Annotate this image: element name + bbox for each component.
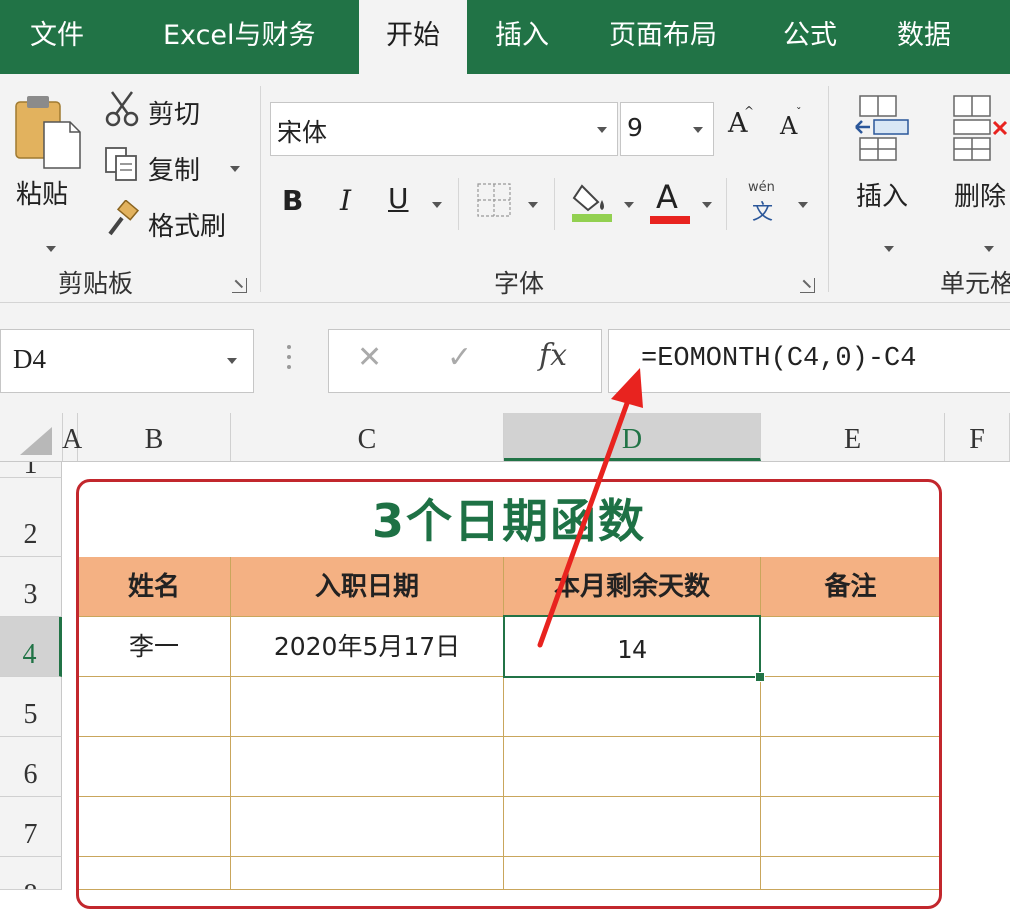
paste-button[interactable]: 粘贴 — [12, 92, 92, 282]
font-size-value: 9 — [627, 113, 643, 142]
tab-page-layout[interactable]: 页面布局 — [609, 0, 717, 74]
row-header-4[interactable]: 4 — [0, 617, 62, 677]
borders-icon — [477, 183, 511, 217]
select-all-button[interactable] — [0, 413, 63, 461]
shrink-font-button[interactable]: Aˇ — [780, 106, 810, 152]
copy-button[interactable]: 复制 — [100, 142, 250, 188]
cut-button[interactable]: 剪切 — [100, 86, 250, 132]
row-header-7[interactable]: 7 — [0, 797, 62, 857]
font-size-select[interactable]: 9 — [620, 102, 714, 156]
underline-dropdown-icon[interactable] — [432, 202, 442, 208]
ribbon-tab-bar: 文件 Excel与财务 开始 插入 页面布局 公式 数据 — [0, 0, 1010, 76]
column-header-a[interactable]: A — [62, 413, 82, 461]
cut-label: 剪切 — [148, 100, 201, 130]
font-name-value: 宋体 — [277, 118, 328, 147]
chevron-down-icon — [693, 127, 703, 133]
copy-dropdown-icon[interactable] — [230, 166, 240, 172]
fill-color-dropdown-icon[interactable] — [624, 202, 634, 208]
formula-buttons: ✕ ✓ fx — [328, 329, 602, 393]
delete-dropdown-icon[interactable] — [984, 246, 994, 252]
paste-dropdown-icon[interactable] — [46, 246, 56, 252]
insert-dropdown-icon[interactable] — [884, 246, 894, 252]
font-color-icon: A — [656, 178, 678, 216]
column-header-e[interactable]: E — [761, 413, 945, 461]
format-painter-label: 格式刷 — [148, 212, 227, 242]
row-header-3[interactable]: 3 — [0, 557, 62, 617]
clipboard-group-label: 剪贴板 — [58, 269, 134, 298]
row-header-6[interactable]: 6 — [0, 737, 62, 797]
active-cell-selection — [503, 615, 761, 678]
bold-button[interactable]: B — [282, 184, 303, 217]
formula-input[interactable]: =EOMONTH(C4,0)-C4 — [608, 329, 1010, 393]
divider — [726, 178, 727, 230]
cancel-icon[interactable]: ✕ — [357, 340, 382, 375]
name-box[interactable]: D4 — [0, 329, 254, 393]
tab-insert[interactable]: 插入 — [495, 0, 549, 74]
name-box-value: D4 — [13, 344, 46, 374]
scissors-icon — [105, 91, 139, 127]
column-headers: A B C D E F — [0, 413, 1010, 462]
phonetic-guide-button[interactable]: wén 文 — [744, 180, 788, 230]
fill-color-icon — [572, 184, 612, 222]
font-color-button[interactable]: A — [648, 178, 692, 224]
tab-formulas[interactable]: 公式 — [783, 0, 837, 74]
underline-button[interactable]: U — [388, 182, 409, 215]
phonetic-bottom-label: 文 — [752, 200, 773, 224]
formula-text: =EOMONTH(C4,0)-C4 — [641, 344, 917, 374]
enter-icon[interactable]: ✓ — [447, 340, 472, 375]
borders-button[interactable] — [476, 182, 512, 218]
paste-label: 粘贴 — [16, 180, 69, 210]
column-header-b[interactable]: B — [78, 413, 231, 461]
column-header-c[interactable]: C — [231, 413, 504, 461]
table-frame-border — [76, 479, 942, 909]
grow-font-button[interactable]: A ^ — [728, 104, 758, 148]
copy-icon — [105, 147, 137, 181]
clipboard-launcher-icon[interactable] — [232, 278, 247, 293]
chevron-down-icon — [227, 358, 237, 364]
phonetic-dropdown-icon[interactable] — [798, 202, 808, 208]
tab-file[interactable]: 文件 — [30, 0, 84, 74]
delete-cells-label: 删除 — [954, 182, 1007, 212]
insert-cells-icon — [855, 95, 909, 161]
select-all-icon — [20, 427, 52, 455]
font-launcher-icon[interactable] — [800, 278, 815, 293]
tab-home[interactable]: 开始 — [359, 0, 467, 76]
insert-function-icon[interactable]: fx — [539, 338, 567, 373]
group-divider — [260, 86, 261, 292]
row-header-1[interactable]: 1 — [0, 462, 62, 478]
column-header-d[interactable]: D — [504, 413, 761, 461]
tab-data[interactable]: 数据 — [897, 0, 951, 74]
chevron-down-icon — [597, 127, 607, 133]
shrink-font-icon: A — [780, 112, 798, 140]
row-header-5[interactable]: 5 — [0, 677, 62, 737]
paste-icon — [15, 96, 81, 169]
format-painter-button[interactable]: 格式刷 — [100, 198, 250, 244]
fill-handle[interactable] — [755, 672, 765, 682]
cells-group-label: 单元格 — [940, 269, 1010, 298]
divider — [458, 178, 459, 230]
font-group-label: 字体 — [494, 269, 545, 298]
delete-cells-button[interactable]: 删除 — [948, 92, 1010, 272]
tab-excel-finance[interactable]: Excel与财务 — [163, 0, 316, 74]
fill-color-button[interactable] — [568, 178, 616, 224]
group-divider — [828, 86, 829, 292]
row-header-2[interactable]: 2 — [0, 478, 62, 557]
delete-cells-icon — [953, 95, 1008, 161]
formula-bar-grip[interactable] — [287, 345, 291, 377]
copy-label: 复制 — [148, 156, 201, 186]
phonetic-top-label: wén — [748, 180, 775, 195]
font-color-dropdown-icon[interactable] — [702, 202, 712, 208]
ribbon-home: 粘贴 剪切 复制 格式刷 剪贴板 宋体 9 A ^ A ˇ B I U A wé… — [0, 74, 1010, 303]
divider — [554, 178, 555, 230]
formula-bar: D4 ✕ ✓ fx =EOMONTH(C4,0)-C4 — [0, 303, 1010, 413]
cells-group-label-clip: 单元格 — [940, 264, 1010, 300]
borders-dropdown-icon[interactable] — [528, 202, 538, 208]
font-name-select[interactable]: 宋体 — [270, 102, 618, 156]
column-header-f[interactable]: F — [945, 413, 1010, 461]
insert-cells-label: 插入 — [856, 182, 909, 212]
insert-cells-button[interactable]: 插入 — [846, 92, 926, 272]
format-painter-icon — [108, 200, 140, 236]
italic-button[interactable]: I — [340, 184, 351, 217]
row-header-8[interactable]: 8 — [0, 857, 62, 890]
